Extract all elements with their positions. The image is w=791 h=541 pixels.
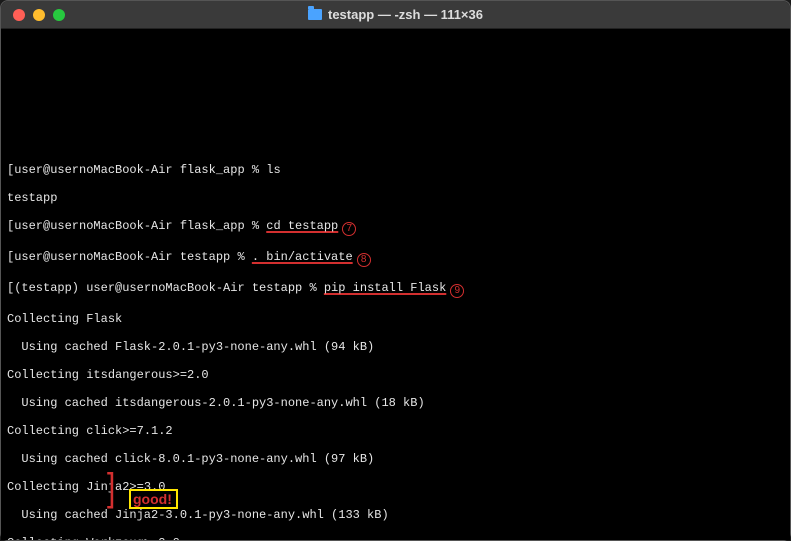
titlebar[interactable]: testapp — -zsh — 111×36 xyxy=(1,1,790,29)
terminal-line xyxy=(7,51,784,65)
traffic-lights xyxy=(1,9,65,21)
title-text: testapp — -zsh — 111×36 xyxy=(328,7,483,22)
terminal-line xyxy=(7,79,784,93)
annotation-marker-7: 7 xyxy=(342,222,356,236)
annotated-command: cd testapp xyxy=(266,219,338,233)
scrollbar[interactable] xyxy=(782,59,788,534)
terminal-viewport[interactable]: [user@usernoMacBook-Air flask_app % ls t… xyxy=(1,29,790,540)
terminal-line: Collecting Jinja2>=3.0 xyxy=(7,480,784,494)
terminal-line: testapp xyxy=(7,191,784,205)
terminal-line xyxy=(7,135,784,149)
terminal-line: [user@usernoMacBook-Air flask_app % cd t… xyxy=(7,219,784,236)
annotated-command: . bin/activate xyxy=(252,250,353,264)
annotation-marker-9: 9 xyxy=(450,284,464,298)
zoom-icon[interactable] xyxy=(53,9,65,21)
terminal-line: Collecting Werkzeug>=2.0 xyxy=(7,536,784,540)
terminal-window: testapp — -zsh — 111×36 [user@usernoMacB… xyxy=(0,0,791,541)
terminal-line: Collecting click>=7.1.2 xyxy=(7,424,784,438)
terminal-line: [user@usernoMacBook-Air flask_app % ls xyxy=(7,163,784,177)
folder-icon xyxy=(308,9,322,20)
terminal-line: Using cached click-8.0.1-py3-none-any.wh… xyxy=(7,452,784,466)
terminal-line xyxy=(7,107,784,121)
terminal-line: [(testapp) user@usernoMacBook-Air testap… xyxy=(7,281,784,298)
terminal-line: Collecting Flask xyxy=(7,312,784,326)
terminal-line: Using cached Flask-2.0.1-py3-none-any.wh… xyxy=(7,340,784,354)
annotated-command: pip install Flask xyxy=(324,281,446,295)
annotation-marker-8: 8 xyxy=(357,253,371,267)
terminal-line: Using cached itsdangerous-2.0.1-py3-none… xyxy=(7,396,784,410)
window-title: testapp — -zsh — 111×36 xyxy=(1,7,790,22)
terminal-line: Using cached Jinja2-3.0.1-py3-none-any.w… xyxy=(7,508,784,522)
minimize-icon[interactable] xyxy=(33,9,45,21)
close-icon[interactable] xyxy=(13,9,25,21)
terminal-line: [user@usernoMacBook-Air testapp % . bin/… xyxy=(7,250,784,267)
terminal-line: Collecting itsdangerous>=2.0 xyxy=(7,368,784,382)
